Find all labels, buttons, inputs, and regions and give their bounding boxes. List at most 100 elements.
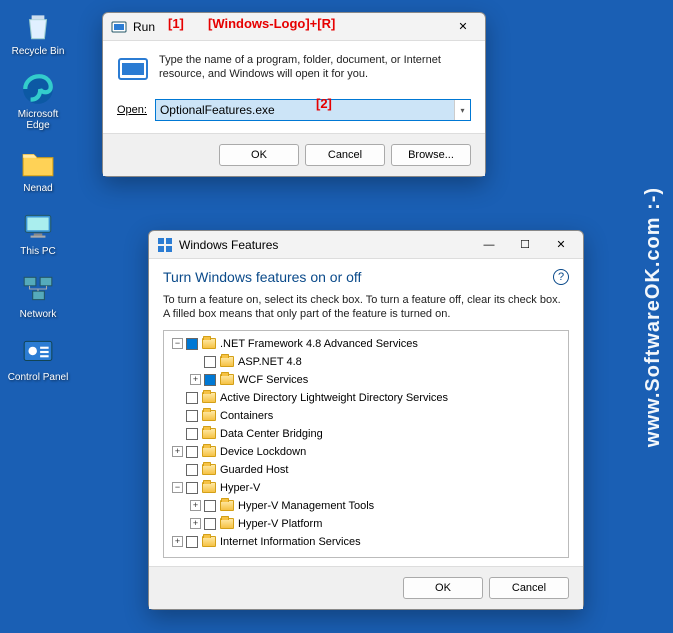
folder-icon <box>202 464 216 475</box>
tree-item-label: Device Lockdown <box>220 446 306 458</box>
desktop-icon-edge[interactable]: Microsoft Edge <box>6 71 70 131</box>
expand-icon[interactable]: + <box>190 518 201 529</box>
watermark-text: www.SoftwareOK.com :-) <box>642 186 665 446</box>
tree-item-label: Hyper-V <box>220 482 260 494</box>
tree-item[interactable]: + Internet Information Services <box>164 533 568 551</box>
tree-item[interactable]: + Hyper-V Platform <box>164 515 568 533</box>
tree-item[interactable]: + Hyper-V Management Tools <box>164 497 568 515</box>
features-titlebar[interactable]: Windows Features — ☐ ✕ <box>149 231 583 259</box>
expand-icon[interactable]: + <box>172 536 183 547</box>
tree-item[interactable]: − Hyper-V <box>164 479 568 497</box>
tree-checkbox[interactable] <box>186 338 198 350</box>
maximize-button[interactable]: ☐ <box>507 233 543 257</box>
desktop-icon-label: Recycle Bin <box>12 46 65 57</box>
tree-item[interactable]: + WCF Services <box>164 371 568 389</box>
folder-icon <box>202 410 216 421</box>
recycle-bin-icon <box>20 8 56 44</box>
tree-item-label: Containers <box>220 410 273 422</box>
tree-item[interactable]: ASP.NET 4.8 <box>164 353 568 371</box>
tree-item-label: Active Directory Lightweight Directory S… <box>220 392 448 404</box>
tree-checkbox[interactable] <box>186 392 198 404</box>
folder-icon <box>202 446 216 457</box>
tree-checkbox[interactable] <box>204 374 216 386</box>
minimize-button[interactable]: — <box>471 233 507 257</box>
ok-button[interactable]: OK <box>403 577 483 599</box>
tree-item-label: Guarded Host <box>220 464 288 476</box>
pc-icon <box>20 208 56 244</box>
browse-button[interactable]: Browse... <box>391 144 471 166</box>
run-open-input[interactable] <box>156 100 454 120</box>
tree-checkbox[interactable] <box>186 482 198 494</box>
expand-icon[interactable]: + <box>172 446 183 457</box>
tree-checkbox[interactable] <box>186 536 198 548</box>
run-app-icon <box>111 19 127 35</box>
desktop-icon-label: Microsoft Edge <box>6 109 70 131</box>
cancel-button[interactable]: Cancel <box>489 577 569 599</box>
tree-checkbox[interactable] <box>186 428 198 440</box>
features-description: To turn a feature on, select its check b… <box>163 293 569 322</box>
cancel-button[interactable]: Cancel <box>305 144 385 166</box>
folder-icon <box>202 392 216 403</box>
desktop-icon-label: This PC <box>20 246 56 257</box>
tree-item-label: Hyper-V Management Tools <box>238 500 374 512</box>
chevron-down-icon[interactable]: ▾ <box>454 100 470 120</box>
run-description: Type the name of a program, folder, docu… <box>159 53 471 82</box>
run-dialog-icon <box>117 53 149 85</box>
tree-checkbox[interactable] <box>204 518 216 530</box>
folder-icon <box>202 536 216 547</box>
tree-item-label: Data Center Bridging <box>220 428 323 440</box>
desktop-icon-recycle-bin[interactable]: Recycle Bin <box>6 8 70 57</box>
expand-icon[interactable]: + <box>190 500 201 511</box>
ok-button[interactable]: OK <box>219 144 299 166</box>
help-icon[interactable]: ? <box>553 269 569 285</box>
run-open-combobox[interactable]: ▾ <box>155 99 471 121</box>
control-panel-icon <box>20 334 56 370</box>
collapse-icon[interactable]: − <box>172 338 183 349</box>
folder-icon <box>220 374 234 385</box>
windows-features-dialog: Windows Features — ☐ ✕ Turn Windows feat… <box>148 230 584 610</box>
run-titlebar[interactable]: Run ✕ <box>103 13 485 41</box>
network-icon <box>20 271 56 307</box>
tree-checkbox[interactable] <box>186 410 198 422</box>
desktop-icon-label: Network <box>20 309 57 320</box>
run-open-label: Open: <box>117 104 147 116</box>
folder-icon <box>202 338 216 349</box>
tree-item[interactable]: + Device Lockdown <box>164 443 568 461</box>
tree-item-label: .NET Framework 4.8 Advanced Services <box>220 338 418 350</box>
run-dialog: Run ✕ Type the name of a program, folder… <box>102 12 486 177</box>
tree-item-label: WCF Services <box>238 374 308 386</box>
features-tree[interactable]: − .NET Framework 4.8 Advanced Services ASP… <box>163 330 569 558</box>
tree-item[interactable]: Data Center Bridging <box>164 425 568 443</box>
desktop-icon-label: Control Panel <box>8 372 69 383</box>
folder-icon <box>220 500 234 511</box>
tree-item-label: Hyper-V Platform <box>238 518 322 530</box>
desktop-icon-network[interactable]: Network <box>6 271 70 320</box>
desktop-icon-user-folder[interactable]: Nenad <box>6 145 70 194</box>
desktop-icon-this-pc[interactable]: This PC <box>6 208 70 257</box>
close-button[interactable]: ✕ <box>543 233 579 257</box>
tree-item[interactable]: Active Directory Lightweight Directory S… <box>164 389 568 407</box>
folder-icon <box>220 518 234 529</box>
desktop-icon-label: Nenad <box>23 183 52 194</box>
folder-icon <box>220 356 234 367</box>
desktop: Recycle Bin Microsoft Edge Nenad This PC… <box>0 0 70 397</box>
expand-icon[interactable]: + <box>190 374 201 385</box>
desktop-icon-control-panel[interactable]: Control Panel <box>6 334 70 383</box>
edge-icon <box>20 71 56 107</box>
run-title: Run <box>133 20 445 34</box>
tree-checkbox[interactable] <box>186 446 198 458</box>
features-heading: Turn Windows features on or off <box>163 269 361 285</box>
close-button[interactable]: ✕ <box>445 15 481 39</box>
collapse-icon[interactable]: − <box>172 482 183 493</box>
tree-item[interactable]: Guarded Host <box>164 461 568 479</box>
features-title: Windows Features <box>179 238 471 252</box>
tree-item[interactable]: Containers <box>164 407 568 425</box>
tree-item[interactable]: − .NET Framework 4.8 Advanced Services <box>164 335 568 353</box>
tree-checkbox[interactable] <box>204 500 216 512</box>
tree-checkbox[interactable] <box>204 356 216 368</box>
folder-icon <box>202 428 216 439</box>
tree-item-label: ASP.NET 4.8 <box>238 356 302 368</box>
folder-icon <box>20 145 56 181</box>
tree-item-label: Internet Information Services <box>220 536 361 548</box>
tree-checkbox[interactable] <box>186 464 198 476</box>
